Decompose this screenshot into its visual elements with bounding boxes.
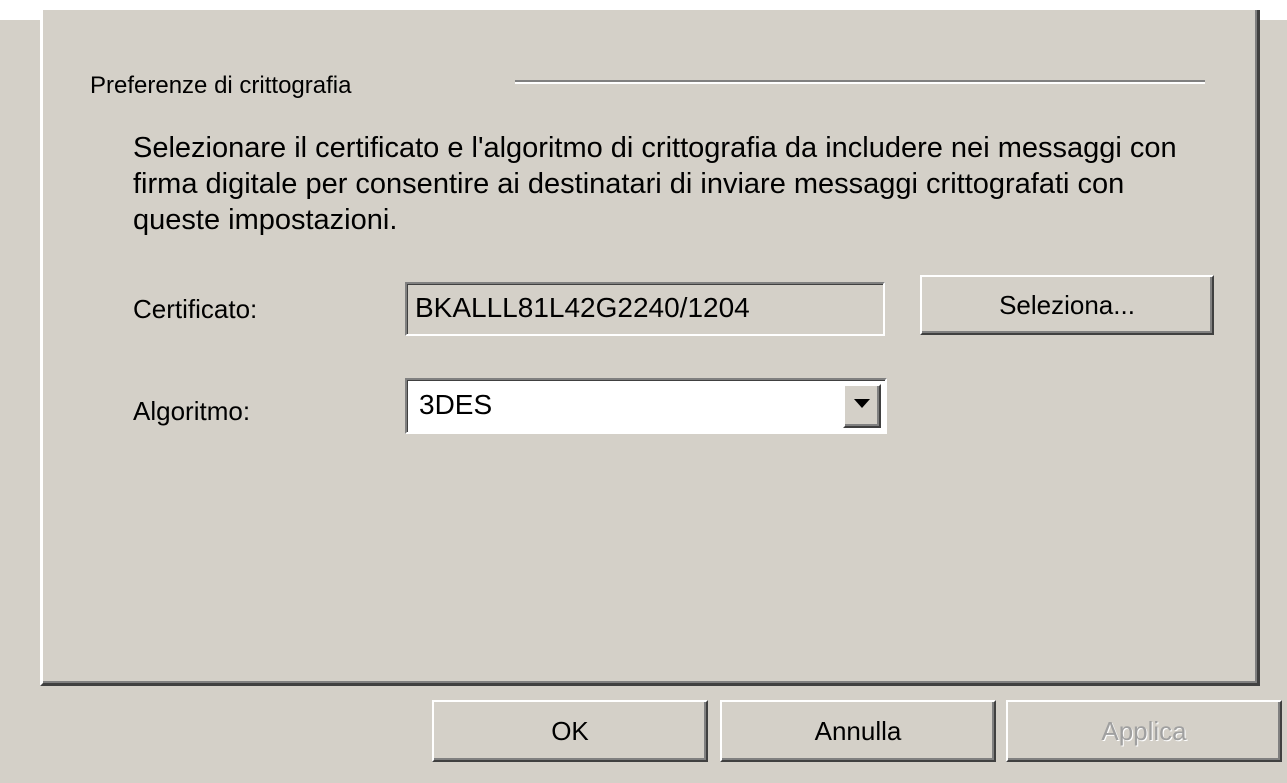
algorithm-label: Algoritmo: xyxy=(133,396,251,426)
tab-page-panel xyxy=(40,10,1260,686)
ok-button[interactable]: OK xyxy=(432,700,708,762)
apply-button[interactable]: Applica xyxy=(1006,700,1282,762)
chevron-down-icon xyxy=(854,399,870,408)
group-title: Preferenze di crittografia xyxy=(90,72,352,99)
encryption-preferences-dialog: Preferenze di crittografia Selezionare i… xyxy=(0,0,1287,783)
cancel-button[interactable]: Annulla xyxy=(720,700,996,762)
certificate-label: Certificato: xyxy=(133,294,258,324)
select-certificate-button[interactable]: Seleziona... xyxy=(920,275,1214,335)
group-divider xyxy=(515,80,1205,84)
dropdown-button[interactable] xyxy=(843,384,881,428)
algorithm-select[interactable]: 3DES xyxy=(405,378,887,434)
group-description: Selezionare il certificato e l'algoritmo… xyxy=(133,132,1177,236)
certificate-field: BKALLL81L42G2240/1204 xyxy=(405,282,885,336)
algorithm-selected-value: 3DES xyxy=(419,389,493,420)
